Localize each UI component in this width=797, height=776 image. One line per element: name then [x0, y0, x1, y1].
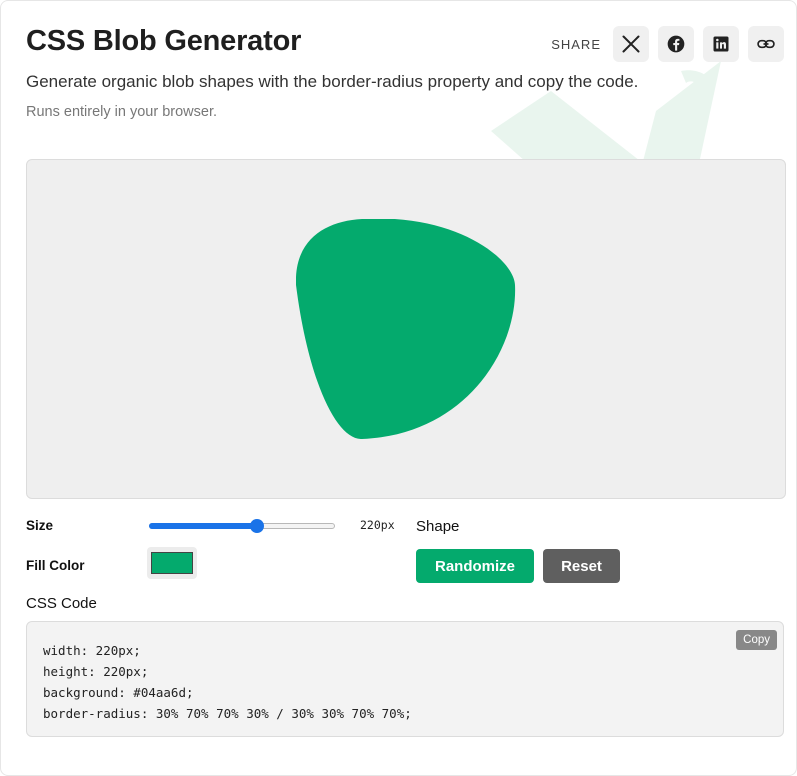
css-code-block: Copy width: 220px; height: 220px; backgr…	[26, 621, 784, 737]
share-label: SHARE	[551, 36, 601, 52]
tool-card: CSS Blob Generator Generate organic blob…	[0, 0, 797, 776]
copy-button[interactable]: Copy	[736, 630, 777, 650]
fill-color-swatch	[151, 552, 193, 574]
copy-link-button[interactable]	[748, 26, 784, 62]
size-slider[interactable]	[149, 517, 335, 535]
code-line: background: #04aa6d;	[43, 685, 194, 700]
css-code-label: CSS Code	[26, 595, 97, 612]
page-title: CSS Blob Generator	[26, 25, 302, 57]
code-line: height: 220px;	[43, 664, 149, 679]
facebook-icon	[667, 35, 685, 53]
shape-label: Shape	[416, 518, 460, 535]
slider-fill	[149, 523, 257, 529]
share-linkedin-button[interactable]	[703, 26, 739, 62]
code-line: width: 220px;	[43, 643, 141, 658]
browser-note: Runs entirely in your browser.	[26, 104, 217, 120]
linkedin-icon	[713, 36, 729, 52]
slider-thumb[interactable]	[249, 519, 264, 533]
share-facebook-button[interactable]	[658, 26, 694, 62]
size-value: 220px	[360, 518, 395, 532]
share-bar: SHARE	[551, 26, 784, 62]
randomize-button[interactable]: Randomize	[416, 549, 534, 583]
code-line: border-radius: 30% 70% 70% 30% / 30% 30%…	[43, 706, 412, 721]
blob-shape	[296, 219, 516, 439]
size-label: Size	[26, 518, 54, 533]
blob-preview	[26, 159, 786, 499]
x-icon	[622, 35, 640, 53]
link-icon	[757, 39, 775, 49]
fill-color-picker[interactable]	[147, 547, 197, 579]
fill-color-label: Fill Color	[26, 558, 85, 573]
page-subtitle: Generate organic blob shapes with the bo…	[26, 72, 639, 91]
share-x-button[interactable]	[613, 26, 649, 62]
reset-button[interactable]: Reset	[543, 549, 620, 583]
